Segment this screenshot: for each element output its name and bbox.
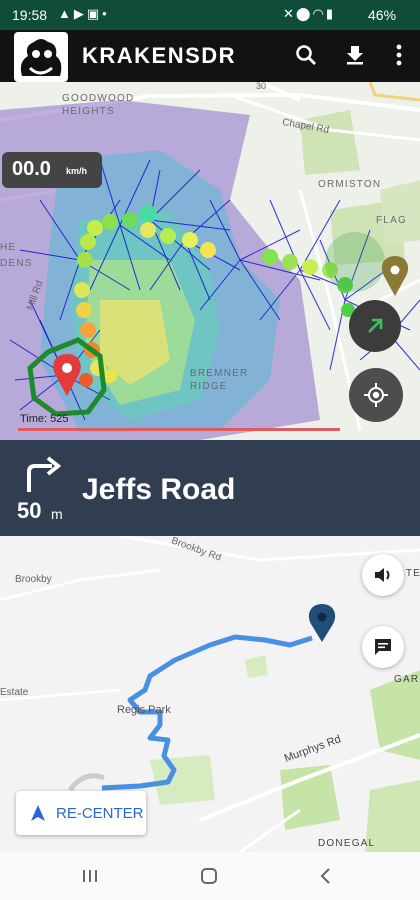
turn-right-arrow-icon — [22, 454, 62, 499]
recenter-button[interactable]: RE-CENTER — [16, 791, 146, 835]
app-bar: KRAKENSDR — [0, 30, 420, 82]
recent-apps-icon[interactable] — [80, 866, 100, 891]
mute-icon: ✕ — [283, 6, 296, 21]
navigation-banner: 50 m Jeffs Road — [0, 440, 420, 536]
battery-percentage: 46% — [368, 7, 397, 23]
distance-value: 50 — [17, 498, 42, 523]
image-icon: ▣ — [86, 6, 103, 21]
app-title: KRAKENSDR — [82, 43, 237, 68]
place-gar: GAR — [394, 674, 420, 685]
status-system-icons: ✕⬤◠▮ — [283, 6, 335, 22]
route-30-shield: 30 — [256, 82, 267, 91]
next-street-name: Jeffs Road — [82, 473, 236, 506]
place-brookby: Brookby — [15, 574, 52, 585]
status-time: 19:58 — [12, 7, 48, 23]
navigation-arrow-icon — [31, 805, 45, 821]
distance-unit: m — [51, 506, 63, 522]
sound-button[interactable] — [362, 554, 404, 596]
direction-button[interactable] — [349, 300, 401, 352]
speed-indicator: 00.0 km/h — [2, 152, 102, 188]
signal-icon: ▮ — [325, 6, 335, 21]
place-flag: FLAG — [376, 215, 407, 226]
speed-unit: km/h — [66, 166, 88, 176]
chat-icon — [375, 639, 391, 655]
report-button[interactable] — [362, 626, 404, 668]
place-estate: Estate — [0, 687, 29, 698]
kraken-logo — [14, 32, 68, 82]
place-he: HE — [0, 242, 17, 253]
place-regis-park: Regis Park — [117, 704, 171, 716]
status-notification-icons: ▲▶▣• — [58, 6, 110, 22]
search-icon[interactable] — [291, 40, 321, 70]
navigation-arrow-icon: ▲ — [58, 6, 74, 21]
location-icon: ⬤ — [295, 6, 313, 21]
time-label: Time: 525 — [20, 413, 69, 425]
system-navigation-bar — [0, 852, 420, 900]
my-location-button[interactable] — [349, 368, 403, 422]
wifi-icon: ◠ — [312, 6, 326, 21]
youtube-icon: ▶ — [73, 6, 87, 21]
recenter-label: RE-CENTER — [56, 805, 144, 822]
status-bar: 19:58 ▲▶▣• ✕⬤◠▮ 46% — [0, 0, 420, 30]
home-icon[interactable] — [199, 866, 219, 891]
more-vert-icon[interactable] — [384, 40, 414, 70]
time-slider[interactable] — [18, 428, 340, 431]
place-ormiston: ORMISTON — [318, 179, 382, 190]
place-goodwood-heights: GOODWOOD HEIGHTS — [62, 93, 135, 117]
volume-icon — [375, 568, 390, 582]
speed-value: 00.0 — [12, 158, 51, 180]
north-east-arrow-icon — [368, 318, 383, 333]
dot-icon: • — [102, 6, 110, 21]
place-dens: DENS — [0, 258, 33, 269]
my-location-icon — [364, 383, 388, 407]
place-donegal: DONEGAL — [318, 838, 376, 849]
download-icon[interactable] — [340, 40, 370, 70]
place-bremner-ridge: BREMNER RIDGE — [190, 368, 249, 392]
back-icon[interactable] — [316, 866, 336, 891]
